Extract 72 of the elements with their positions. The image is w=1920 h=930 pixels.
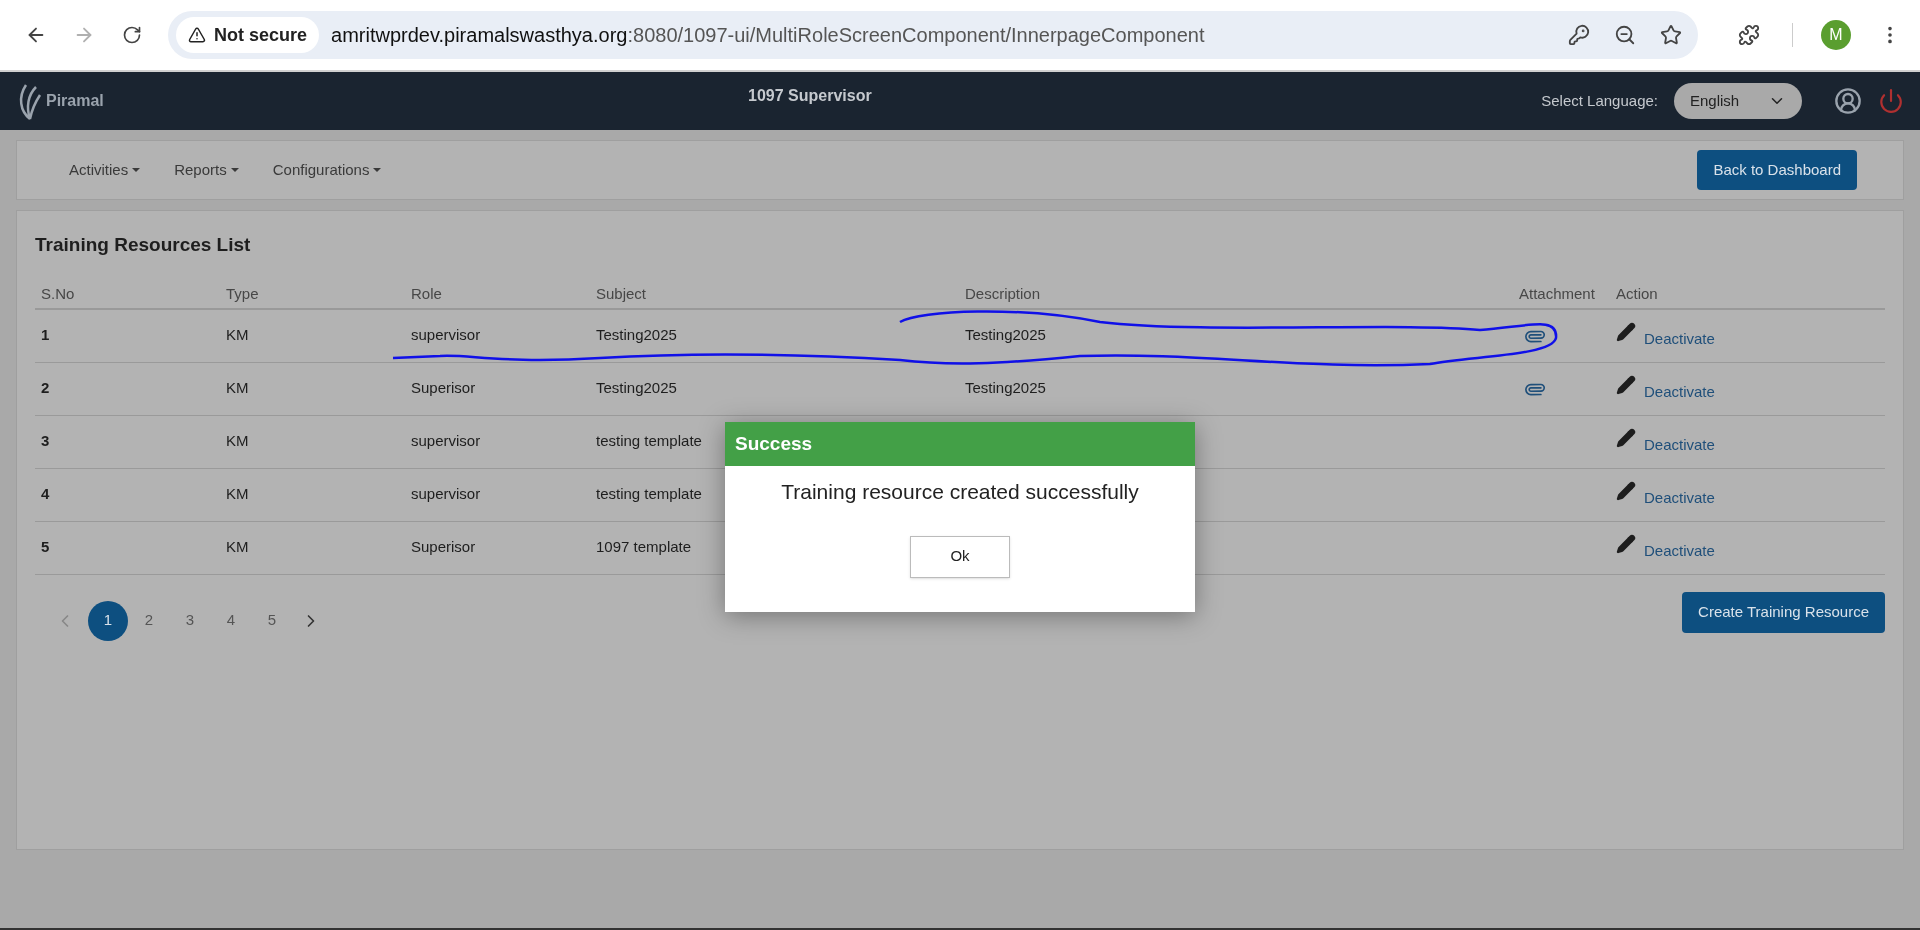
table-cell: 2 [41, 379, 50, 397]
table-cell: Testing2025 [965, 379, 1046, 397]
edit-icon[interactable] [1616, 480, 1636, 501]
nav-menu[interactable]: Configurations [272, 158, 382, 182]
column-header: Description [965, 284, 1041, 302]
security-chip[interactable]: Not secure [176, 17, 320, 53]
card-title: Training Resources List [35, 233, 252, 257]
edit-icon[interactable] [1616, 321, 1636, 342]
deactivate-link[interactable]: Deactivate [1644, 434, 1715, 457]
table-cell: KM [226, 485, 249, 503]
page-button[interactable]: 3 [170, 600, 210, 641]
table-cell: 1097 template [596, 538, 692, 556]
profile-avatar[interactable]: M [1821, 20, 1851, 50]
table-cell: 1 [41, 326, 50, 344]
address-bar[interactable]: Not secure amritwprdev.piramalswasthya.org:8080/1097-ui/MultiRoleScreenComponent/InnerpageComponent [168, 11, 1698, 59]
table-cell: 3 [41, 432, 50, 450]
table-cell: supervisor [411, 432, 481, 450]
caret-icon [132, 168, 141, 172]
column-header: Role [411, 284, 442, 302]
extension-icon[interactable] [1738, 24, 1760, 46]
ok-button[interactable]: Ok [910, 535, 1010, 578]
brand-name: Piramal [46, 91, 104, 111]
table-cell: Superisor [411, 379, 476, 397]
table-cell: Testing2025 [596, 379, 677, 397]
app-title: 1097 Supervisor [748, 86, 872, 106]
table-cell: 5 [41, 538, 50, 556]
caret-icon [230, 168, 239, 172]
page-button[interactable]: 1 [88, 600, 128, 641]
column-header: Attachment [1519, 284, 1595, 302]
language-select[interactable]: English [1674, 83, 1802, 119]
star-icon[interactable] [1660, 24, 1682, 46]
key-icon[interactable] [1568, 24, 1590, 46]
table-cell: supervisor [411, 326, 481, 344]
nav-menu[interactable]: Activities [69, 158, 141, 182]
zoom-icon[interactable] [1614, 24, 1636, 46]
table-cell: supervisor [411, 485, 481, 503]
language-label: Select Language: [1541, 90, 1658, 111]
table-cell: testing template [596, 432, 702, 450]
back-to-dashboard-button[interactable]: Back to Dashboard [1697, 150, 1857, 190]
table-cell: Testing2025 [596, 326, 677, 344]
table-cell: 4 [41, 485, 50, 503]
url-text: amritwprdev.piramalswasthya.org:8080/1097-ui/MultiRoleScreenComponent/InnerpageComponent [331, 23, 1205, 48]
user-icon[interactable] [1834, 87, 1862, 115]
column-header: Type [226, 284, 259, 302]
edit-icon[interactable] [1616, 533, 1636, 554]
table-cell: testing template [596, 485, 702, 503]
table-cell: KM [226, 326, 249, 344]
warning-icon [188, 26, 206, 44]
nav-menu[interactable]: Reports [174, 158, 239, 182]
dialog-title: Success [735, 431, 813, 456]
page-button[interactable]: 5 [252, 600, 292, 641]
deactivate-link[interactable]: Deactivate [1644, 328, 1715, 351]
table-cell: KM [226, 538, 249, 556]
table-cell: Superisor [411, 538, 476, 556]
dialog-message: Training resource created successfully [781, 479, 1139, 505]
page-button[interactable]: 2 [129, 600, 169, 641]
power-icon[interactable] [1878, 88, 1904, 114]
caret-icon [373, 168, 382, 172]
edit-icon[interactable] [1616, 374, 1636, 395]
column-header: S.No [41, 284, 75, 302]
table-cell: Testing2025 [965, 326, 1046, 344]
table-cell: KM [226, 432, 249, 450]
table-cell: KM [226, 379, 249, 397]
page-button[interactable]: 4 [211, 600, 251, 641]
deactivate-link[interactable]: Deactivate [1644, 381, 1715, 404]
create-training-resource-button[interactable]: Create Training Resource [1682, 592, 1885, 633]
deactivate-link[interactable]: Deactivate [1644, 540, 1715, 563]
deactivate-link[interactable]: Deactivate [1644, 487, 1715, 510]
edit-icon[interactable] [1616, 427, 1636, 448]
column-header: Subject [596, 284, 647, 302]
reload-icon [122, 25, 142, 45]
column-header: Action [1616, 284, 1658, 302]
